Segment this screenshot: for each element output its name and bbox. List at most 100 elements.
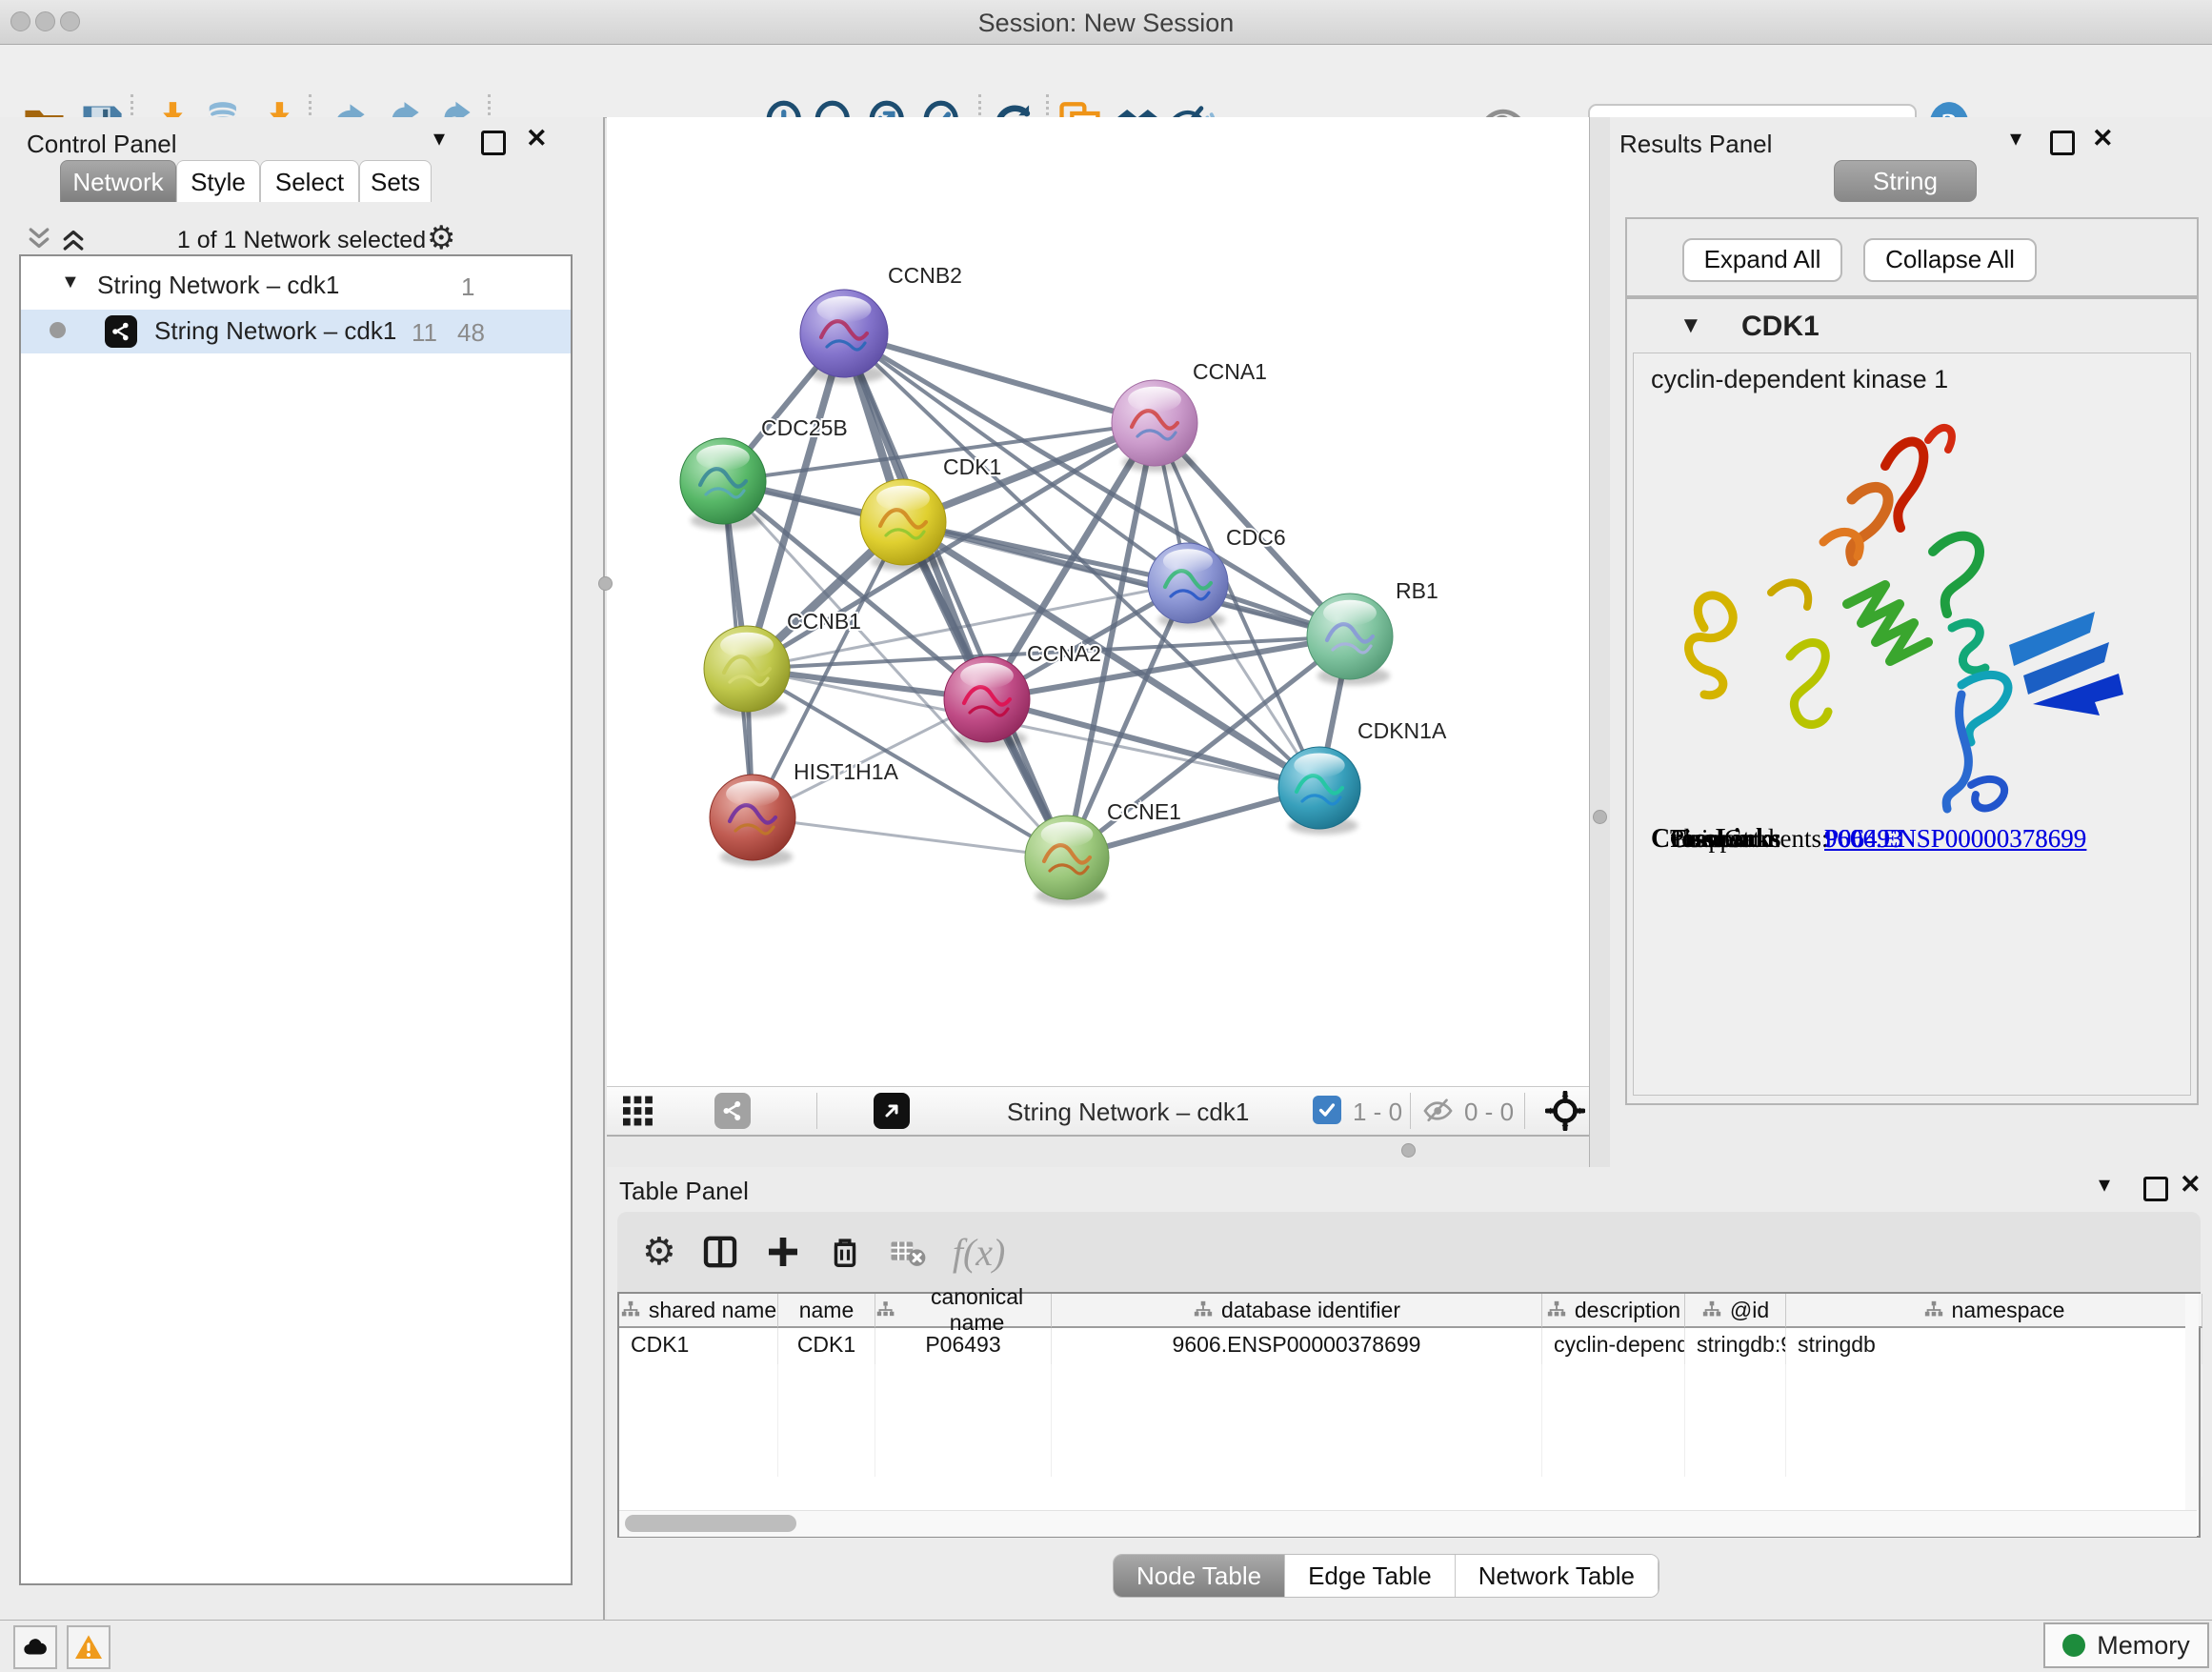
control-panel-tab[interactable]: Select	[260, 160, 359, 202]
close-panel-button[interactable]: ✕	[2092, 128, 2114, 149]
control-panel-tab[interactable]: Network	[60, 160, 176, 202]
column-header[interactable]: database identifier	[1052, 1294, 1542, 1328]
network-node-CDKN1A[interactable]: CDKN1A	[1278, 718, 1447, 835]
collapse-all-button[interactable]: Collapse All	[1863, 238, 2037, 282]
table-horizontal-scrollbar[interactable]	[619, 1510, 2197, 1537]
right-splitter-handle[interactable]	[1593, 810, 1607, 824]
table-cell[interactable]: 9606.ENSP00000378699	[1052, 1328, 1542, 1364]
node-label-CDK1: CDK1	[943, 454, 1001, 479]
create-column-icon[interactable]	[764, 1233, 802, 1271]
network-node-HIST1H1A[interactable]: HIST1H1A	[710, 759, 899, 866]
collapse-panel-button[interactable]: ▾	[433, 129, 445, 150]
network-canvas[interactable]: CCNB2CCNA1CDC25BCDK1CDC6RB1CCNB1CCNA2CDK…	[607, 117, 1589, 1086]
statusbar-separator	[1524, 1093, 1525, 1129]
memory-button[interactable]: Memory	[2043, 1622, 2209, 1668]
float-panel-button[interactable]	[481, 131, 506, 155]
table-tab-label: Edge Table	[1308, 1561, 1432, 1590]
table-filler-row	[619, 1364, 2199, 1477]
table-filler-cell	[1685, 1364, 1786, 1477]
table-settings-gear-icon[interactable]: ⚙	[642, 1230, 676, 1274]
table-row[interactable]: CDK1CDK1P064939606.ENSP00000378699cyclin…	[619, 1328, 2199, 1364]
column-header-label: namespace	[1952, 1298, 2065, 1323]
current-network-name: String Network – cdk1	[1007, 1098, 1249, 1127]
function-builder-icon[interactable]: f(x)	[953, 1230, 1006, 1275]
network-node-count: 11	[412, 318, 437, 348]
expander-triangle-icon[interactable]: ▼	[61, 272, 80, 293]
network-edge[interactable]	[753, 817, 1067, 857]
table-toolbar: ⚙ f(x)	[617, 1212, 2201, 1292]
column-header-label: database identifier	[1221, 1298, 1400, 1323]
float-panel-button[interactable]	[2143, 1177, 2168, 1201]
column-header[interactable]: canonical name	[875, 1294, 1052, 1328]
cloud-status-button[interactable]	[13, 1625, 57, 1669]
column-header[interactable]: shared name	[619, 1294, 778, 1328]
crosslink-link[interactable]: P06493	[1824, 824, 1903, 854]
network-node-CDK1[interactable]: CDK1	[860, 454, 1001, 571]
column-header-label: shared name	[649, 1298, 776, 1323]
network-node-CCNA1[interactable]: CCNA1	[1112, 359, 1267, 472]
column-header-label: description	[1575, 1298, 1680, 1323]
tab-label: Style	[191, 168, 246, 196]
node-label-CCNA2: CCNA2	[1027, 641, 1101, 666]
network-row-selected[interactable]: String Network – cdk1 11 48	[21, 310, 571, 353]
table-cell[interactable]: cyclin-dependent ...	[1542, 1328, 1685, 1364]
show-columns-icon[interactable]	[701, 1233, 739, 1271]
network-share-icon[interactable]	[714, 1093, 751, 1129]
column-header[interactable]: @id	[1685, 1294, 1786, 1328]
table-tab[interactable]: Network Table	[1456, 1555, 1659, 1597]
control-panel-tab[interactable]: Sets	[359, 160, 432, 202]
scrollbar-thumb[interactable]	[625, 1515, 796, 1532]
horizontal-splitter-handle[interactable]	[1401, 1143, 1416, 1158]
table-cell[interactable]: CDK1	[619, 1328, 778, 1364]
current-network-bullet-icon	[50, 322, 66, 338]
tab-string[interactable]: String	[1834, 160, 1977, 202]
hidden-counts: 0 - 0	[1464, 1098, 1514, 1127]
open-in-new-window-icon[interactable]	[874, 1093, 910, 1129]
node-label-CCNB1: CCNB1	[787, 609, 861, 634]
warning-triangle-icon	[73, 1632, 104, 1662]
hidden-eye-icon[interactable]	[1422, 1097, 1457, 1125]
birdseye-crosshair-icon[interactable]	[1545, 1091, 1585, 1131]
title-bar: Session: New Session	[0, 0, 2212, 45]
network-options-gear-icon[interactable]: ⚙	[427, 219, 455, 257]
selected-checkbox-icon[interactable]	[1313, 1096, 1341, 1124]
close-panel-button[interactable]: ✕	[2180, 1174, 2202, 1195]
table-vertical-scrollbar[interactable]	[2185, 1294, 2199, 1510]
table-tab[interactable]: Edge Table	[1285, 1555, 1456, 1597]
column-header[interactable]: namespace	[1786, 1294, 2202, 1328]
expand-all-button[interactable]: Expand All	[1682, 238, 1842, 282]
results-buttons-box: Expand All Collapse All	[1625, 217, 2199, 297]
cloud-icon	[21, 1633, 50, 1662]
network-edge[interactable]	[1067, 423, 1155, 857]
network-node-CCNB2[interactable]: CCNB2	[800, 263, 962, 383]
table-cell[interactable]: stringdb	[1786, 1328, 2202, 1364]
table-tab[interactable]: Node Table	[1114, 1555, 1285, 1597]
control-panel-tab[interactable]: Style	[176, 160, 260, 202]
column-network-icon	[1546, 1299, 1567, 1320]
table-cell[interactable]: P06493	[875, 1328, 1052, 1364]
left-splitter-handle[interactable]	[598, 576, 613, 591]
collapse-panel-button[interactable]: ▾	[2010, 129, 2021, 150]
vertical-splitter[interactable]	[1589, 117, 1612, 1167]
network-collection-row[interactable]: ▼ String Network – cdk1 1	[21, 264, 571, 308]
column-network-icon	[620, 1299, 641, 1320]
memory-label: Memory	[2097, 1631, 2190, 1661]
grid-view-icon[interactable]	[620, 1095, 658, 1127]
table-cell[interactable]: CDK1	[778, 1328, 875, 1364]
column-network-icon	[1701, 1299, 1722, 1320]
table-cell[interactable]: stringdb:9...	[1685, 1328, 1786, 1364]
network-node-RB1[interactable]: RB1	[1307, 578, 1438, 685]
collapse-panel-button[interactable]: ▾	[2099, 1175, 2110, 1196]
tab-label: Sets	[371, 168, 420, 196]
results-panel: Results Panel ▾ ✕ String Expand All Coll…	[1610, 117, 2212, 1167]
string-network-graph[interactable]: CCNB2CCNA1CDC25BCDK1CDC6RB1CCNB1CCNA2CDK…	[607, 117, 1589, 1086]
table-panel-title: Table Panel	[619, 1177, 749, 1206]
column-header[interactable]: description	[1542, 1294, 1685, 1328]
delete-table-icon[interactable]	[888, 1232, 928, 1272]
float-panel-button[interactable]	[2050, 131, 2075, 155]
column-header[interactable]: name	[778, 1294, 875, 1328]
warnings-button[interactable]	[67, 1625, 111, 1669]
delete-column-trash-icon[interactable]	[827, 1234, 863, 1270]
collapse-protein-icon[interactable]: ▼	[1679, 312, 1702, 339]
close-panel-button[interactable]: ✕	[526, 128, 548, 149]
